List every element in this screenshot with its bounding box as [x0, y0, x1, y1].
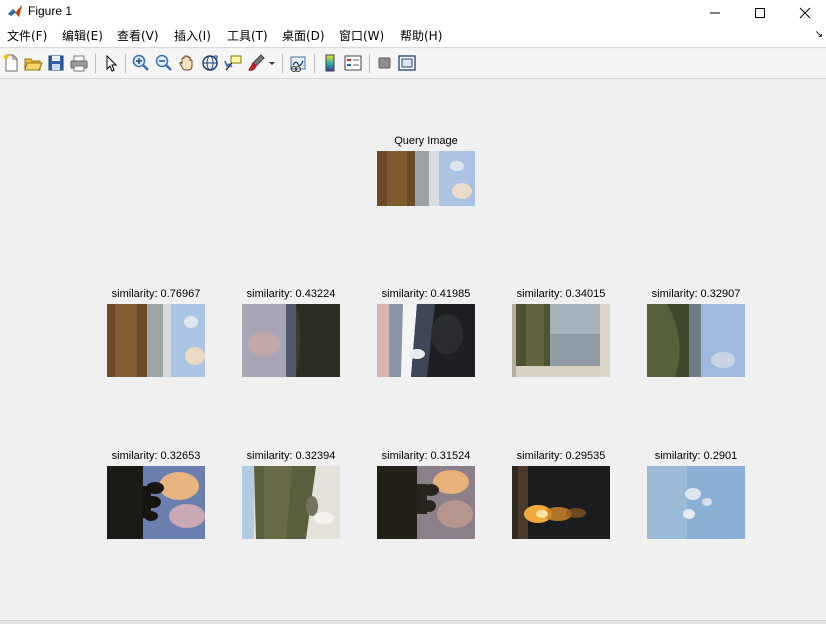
zoom-out-icon — [155, 54, 172, 71]
result-6-image[interactable] — [107, 466, 205, 539]
minimize-icon — [710, 12, 720, 13]
result-2-title: similarity: 0.43224 — [246, 288, 336, 300]
status-bar — [0, 620, 826, 624]
result-4-image[interactable] — [512, 304, 610, 377]
show-plot-tools-button[interactable] — [397, 53, 417, 73]
result-3-image[interactable] — [377, 304, 475, 377]
menu-edit[interactable]: 编辑(E) — [62, 28, 103, 44]
hide-plot-tools-icon — [378, 57, 391, 69]
link-plot-icon — [290, 56, 306, 72]
toolbar-separator — [95, 54, 96, 73]
result-2-image[interactable] — [242, 304, 340, 377]
rotate-3d-icon — [202, 55, 218, 71]
colorbar-icon — [325, 54, 335, 72]
menu-desktop[interactable]: 桌面(D) — [282, 28, 325, 44]
close-icon — [799, 7, 811, 18]
open-file-button[interactable] — [23, 53, 43, 73]
brush-button[interactable] — [246, 53, 266, 73]
matlab-logo-icon — [8, 5, 22, 17]
print-icon — [70, 55, 88, 72]
figure-toolbar — [0, 49, 826, 79]
open-file-icon — [24, 58, 43, 71]
print-button[interactable] — [69, 53, 89, 73]
chevron-down-icon — [269, 62, 275, 65]
maximize-button[interactable] — [737, 0, 783, 25]
menu-bar: 文件(F) 编辑(E) 查看(V) 插入(I) 工具(T) 桌面(D) 窗口(W… — [0, 25, 826, 48]
data-cursor-icon — [224, 55, 242, 71]
result-10-image[interactable] — [647, 466, 745, 539]
close-button[interactable] — [782, 0, 826, 25]
data-cursor-button[interactable] — [223, 53, 243, 73]
menu-window[interactable]: 窗口(W) — [339, 28, 384, 44]
figure-canvas: Query Image similarity: 0.76967 similari… — [0, 79, 826, 620]
result-5-title: similarity: 0.32907 — [651, 288, 741, 300]
result-9-image[interactable] — [512, 466, 610, 539]
legend-button[interactable] — [343, 53, 363, 73]
toolbar-separator — [282, 54, 283, 73]
pan-hand-icon — [179, 55, 193, 71]
maximize-icon — [755, 7, 765, 18]
edit-plot-arrow-icon — [106, 54, 118, 72]
result-1-image[interactable] — [107, 304, 205, 377]
query-image-title: Query Image — [394, 135, 458, 147]
link-plot-button[interactable] — [288, 53, 308, 73]
result-1-title: similarity: 0.76967 — [111, 288, 201, 300]
zoom-out-button[interactable] — [154, 53, 174, 73]
toolbar-separator — [314, 54, 315, 73]
show-plot-tools-icon — [398, 55, 416, 71]
toolbar-separator — [125, 54, 126, 73]
brush-icon — [248, 54, 265, 71]
menu-tools[interactable]: 工具(T) — [227, 28, 268, 44]
query-image[interactable] — [377, 151, 475, 224]
minimize-button[interactable] — [692, 0, 738, 25]
edit-plot-button[interactable] — [101, 53, 121, 73]
rotate-3d-button[interactable] — [200, 53, 220, 73]
hide-plot-tools-button[interactable] — [375, 53, 395, 73]
zoom-in-button[interactable] — [131, 53, 151, 73]
result-7-title: similarity: 0.32394 — [246, 450, 336, 462]
result-4-title: similarity: 0.34015 — [516, 288, 606, 300]
new-figure-icon — [3, 54, 18, 72]
save-icon — [48, 55, 64, 71]
result-6-title: similarity: 0.32653 — [111, 450, 201, 462]
result-10-title: similarity: 0.2901 — [654, 450, 738, 462]
menu-help[interactable]: 帮助(H) — [400, 28, 442, 44]
result-9-title: similarity: 0.29535 — [516, 450, 606, 462]
new-figure-button[interactable] — [1, 53, 21, 73]
title-bar: Figure 1 — [0, 0, 826, 25]
menu-insert[interactable]: 插入(I) — [174, 28, 211, 44]
save-button[interactable] — [46, 53, 66, 73]
pan-button[interactable] — [177, 53, 197, 73]
zoom-in-icon — [132, 54, 149, 71]
toolbar-separator — [369, 54, 370, 73]
result-8-title: similarity: 0.31524 — [381, 450, 471, 462]
dock-arrow-icon[interactable]: ↘ — [815, 29, 823, 40]
result-3-title: similarity: 0.41985 — [381, 288, 471, 300]
menu-file[interactable]: 文件(F) — [7, 28, 47, 44]
legend-icon — [344, 55, 362, 71]
result-7-image[interactable] — [242, 466, 340, 539]
result-5-image[interactable] — [647, 304, 745, 377]
brush-dropdown-button[interactable] — [267, 53, 277, 73]
result-8-image[interactable] — [377, 466, 475, 539]
colorbar-button[interactable] — [320, 53, 340, 73]
window-title: Figure 1 — [28, 4, 73, 18]
menu-view[interactable]: 查看(V) — [117, 28, 159, 44]
